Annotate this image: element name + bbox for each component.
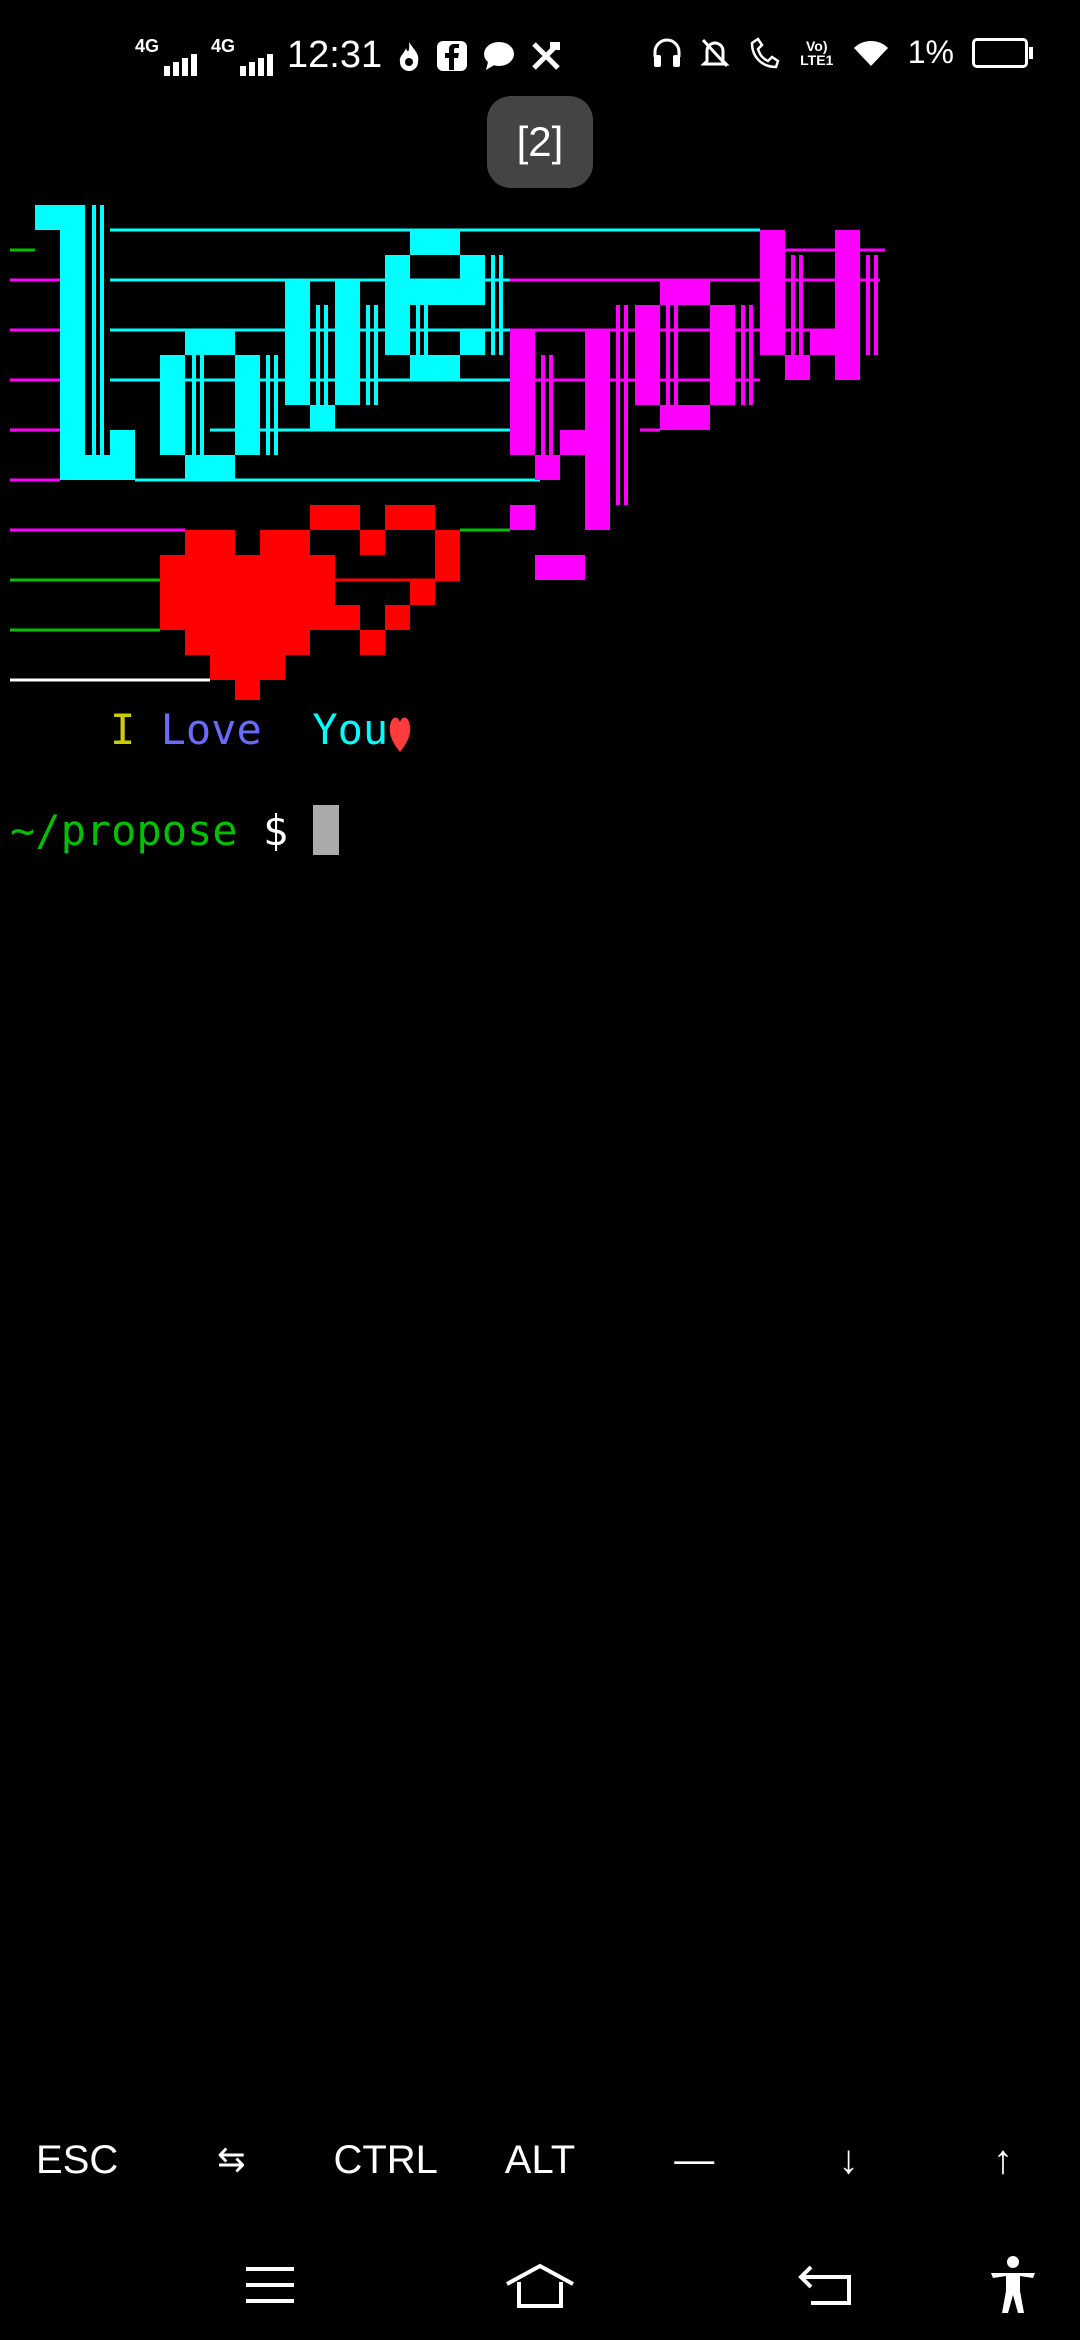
- tagline-word-you: You: [312, 705, 389, 754]
- chat-icon: [484, 41, 515, 70]
- prompt-symbol: $: [262, 806, 289, 855]
- esc-key[interactable]: ESC: [0, 2120, 154, 2200]
- tools-icon: [532, 41, 561, 70]
- ctrl-key[interactable]: CTRL: [309, 2120, 463, 2200]
- terminal-prompt[interactable]: ~/propose $: [10, 805, 340, 855]
- menu-icon: [246, 2267, 294, 2303]
- navigation-bar: [0, 2230, 1080, 2340]
- pixel-heart-solid: [160, 530, 335, 700]
- arrow-up-key[interactable]: ↑: [926, 2120, 1080, 2200]
- signal-1-icon: 4G: [135, 35, 198, 76]
- alt-key[interactable]: ALT: [463, 2120, 617, 2200]
- session-label: [2]: [516, 118, 564, 165]
- love-you-ascii-banner: [10, 205, 885, 700]
- session-indicator: [2]: [487, 96, 593, 188]
- home-icon: [506, 2263, 574, 2308]
- clock: 12:31: [287, 34, 383, 76]
- heart-emoji-icon: [389, 717, 411, 752]
- letter-y: [510, 305, 628, 580]
- facebook-icon: [437, 40, 468, 71]
- letter-e: [385, 230, 503, 380]
- status-right: Vo) LTE1 1%: [652, 34, 1033, 71]
- accessibility-icon: [991, 2256, 1035, 2313]
- accessibility-button[interactable]: [978, 2250, 1048, 2320]
- network-type-2: 4G: [211, 35, 236, 56]
- status-left: 4G 4G 12:31: [135, 34, 562, 77]
- letter-L: [35, 205, 135, 480]
- extra-keys-row: ESC ⇆ CTRL ALT — ↓ ↑: [0, 2120, 1080, 2200]
- back-icon: [798, 2265, 851, 2305]
- menu-button[interactable]: [235, 2250, 305, 2320]
- battery-icon: [972, 37, 1033, 68]
- signal-2-icon: 4G: [211, 35, 274, 76]
- prompt-path: ~/propose: [10, 806, 238, 855]
- dash-key[interactable]: —: [617, 2120, 771, 2200]
- flame-icon: [399, 41, 419, 71]
- volte-indicator: Vo) LTE1: [800, 37, 834, 68]
- wifi-calling-icon: [750, 36, 780, 68]
- mute-bell-icon: [700, 38, 730, 67]
- letter-o: [160, 330, 278, 480]
- tagline-word-love: Love: [160, 705, 262, 754]
- wifi-icon: [853, 40, 888, 66]
- battery-percent: 1%: [907, 34, 954, 70]
- letter-o2: [635, 280, 753, 430]
- tagline-word-i: I: [110, 705, 136, 754]
- arrow-down-key[interactable]: ↓: [771, 2120, 925, 2200]
- home-button[interactable]: [505, 2250, 575, 2320]
- tab-key[interactable]: ⇆: [154, 2120, 308, 2200]
- terminal-cursor: [313, 805, 340, 855]
- letter-v: [285, 280, 378, 430]
- back-button[interactable]: [790, 2250, 860, 2320]
- letter-u: [760, 230, 878, 380]
- tagline: I Love You: [110, 705, 412, 754]
- headphones-icon: [653, 38, 681, 67]
- network-type-1: 4G: [135, 35, 160, 56]
